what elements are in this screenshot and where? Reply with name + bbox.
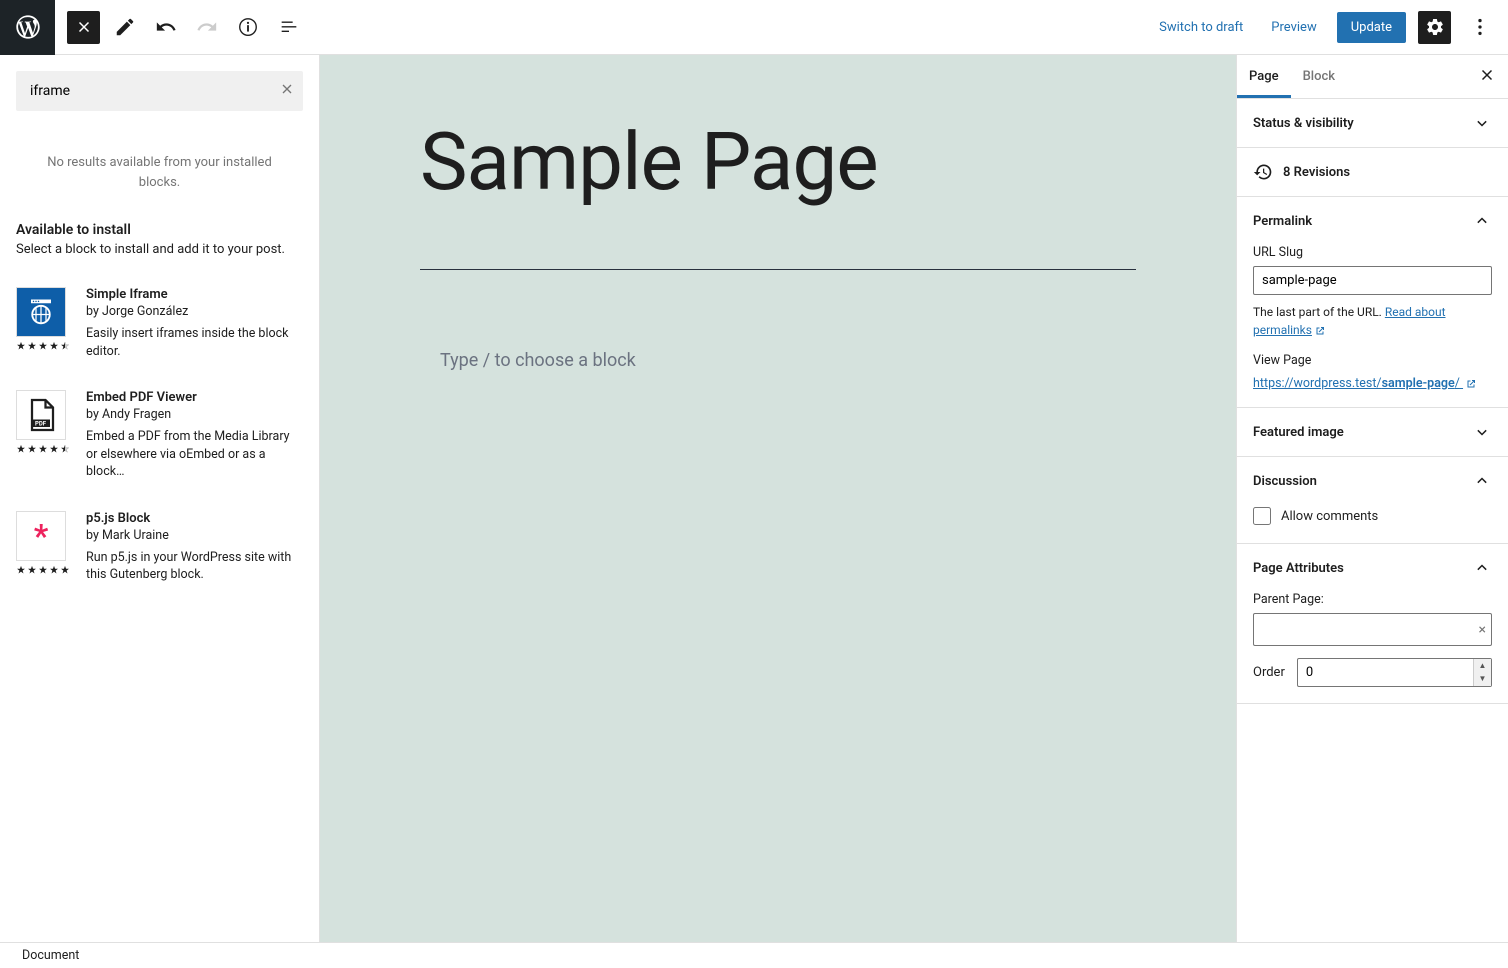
allow-comments-checkbox[interactable] xyxy=(1253,507,1271,525)
close-settings-button[interactable] xyxy=(1472,60,1502,94)
outline-button[interactable] xyxy=(272,11,305,44)
plugin-author: by Jorge González xyxy=(86,304,303,319)
tab-page[interactable]: Page xyxy=(1237,55,1291,98)
chevron-down-icon xyxy=(1472,113,1492,133)
plugin-desc: Run p5.js in your WordPress site with th… xyxy=(86,549,303,584)
more-options-button[interactable] xyxy=(1463,11,1496,44)
url-slug-label: URL Slug xyxy=(1253,245,1492,260)
view-page-link[interactable]: https://wordpress.test/sample-page/ xyxy=(1253,376,1477,391)
edit-mode-button[interactable] xyxy=(108,11,141,44)
chevron-up-icon xyxy=(1472,471,1492,491)
plugin-desc: Embed a PDF from the Media Library or el… xyxy=(86,428,303,481)
dots-vertical-icon xyxy=(1469,16,1491,38)
clear-search-button[interactable] xyxy=(279,81,295,101)
redo-button[interactable] xyxy=(190,11,223,44)
chevron-up-icon xyxy=(1472,211,1492,231)
wordpress-icon xyxy=(14,13,42,41)
allow-comments-row[interactable]: Allow comments xyxy=(1253,505,1492,527)
no-results-message: No results available from your installed… xyxy=(0,127,319,222)
available-to-install-heading: Available to install xyxy=(16,222,303,238)
panel-title: Featured image xyxy=(1253,425,1344,440)
external-link-icon xyxy=(1314,325,1326,337)
parent-page-clear-button[interactable]: × xyxy=(1479,622,1486,638)
external-link-icon xyxy=(1465,378,1477,390)
pdf-icon: PDF xyxy=(23,397,59,433)
order-input[interactable] xyxy=(1297,658,1492,687)
available-to-install-sub: Select a block to install and add it to … xyxy=(16,242,303,257)
panel-permalink[interactable]: Permalink xyxy=(1237,197,1508,245)
chevron-up-icon xyxy=(1472,558,1492,578)
close-icon xyxy=(1478,66,1496,84)
preview-button[interactable]: Preview xyxy=(1263,14,1324,41)
order-decrement-button[interactable]: ▼ xyxy=(1474,673,1491,687)
tab-block[interactable]: Block xyxy=(1291,55,1347,98)
undo-icon xyxy=(155,16,177,38)
panel-title: Discussion xyxy=(1253,474,1317,489)
plugin-title: Simple Iframe xyxy=(86,287,303,302)
allow-comments-label: Allow comments xyxy=(1281,509,1378,524)
plugin-rating xyxy=(16,444,70,454)
separator xyxy=(420,269,1136,270)
panel-status-visibility[interactable]: Status & visibility xyxy=(1237,99,1508,147)
panel-discussion[interactable]: Discussion xyxy=(1237,457,1508,505)
plugin-title: p5.js Block xyxy=(86,511,303,526)
undo-button[interactable] xyxy=(149,11,182,44)
wordpress-logo[interactable] xyxy=(0,0,55,55)
page-title[interactable]: Sample Page xyxy=(420,115,1136,209)
update-button[interactable]: Update xyxy=(1337,12,1406,43)
plugin-item[interactable]: * p5.js Block by Mark Uraine Run p5.js i… xyxy=(16,499,303,602)
chevron-down-icon xyxy=(1472,422,1492,442)
editor-canvas[interactable]: Sample Page Type / to choose a block xyxy=(320,55,1236,942)
plugin-item[interactable]: PDF Embed PDF Viewer by Andy Fragen xyxy=(16,378,303,499)
list-icon xyxy=(278,16,300,38)
settings-toggle-button[interactable] xyxy=(1418,11,1451,44)
document-info-button[interactable] xyxy=(231,11,264,44)
plugin-icon: * xyxy=(16,511,66,561)
svg-text:PDF: PDF xyxy=(35,421,47,428)
plugin-item[interactable]: Simple Iframe by Jorge González Easily i… xyxy=(16,275,303,378)
parent-page-label: Parent Page: xyxy=(1253,592,1492,607)
plugin-rating xyxy=(16,565,70,575)
block-inserter-panel: No results available from your installed… xyxy=(0,55,320,942)
revisions-label: 8 Revisions xyxy=(1283,165,1350,180)
switch-to-draft-button[interactable]: Switch to draft xyxy=(1151,14,1251,41)
breadcrumb[interactable]: Document xyxy=(0,942,1508,968)
close-icon xyxy=(279,81,295,97)
plugin-rating xyxy=(16,341,70,351)
redo-icon xyxy=(196,16,218,38)
panel-title: Permalink xyxy=(1253,214,1312,229)
pencil-icon xyxy=(114,16,136,38)
plugin-author: by Mark Uraine xyxy=(86,528,303,543)
url-slug-input[interactable] xyxy=(1253,266,1492,295)
settings-sidebar: Page Block Status & visibility 8 Revisio… xyxy=(1236,55,1508,942)
plugin-icon: PDF xyxy=(16,390,66,440)
order-increment-button[interactable]: ▲ xyxy=(1474,659,1491,673)
panel-page-attributes[interactable]: Page Attributes xyxy=(1237,544,1508,592)
plugin-desc: Easily insert iframes inside the block e… xyxy=(86,325,303,360)
globe-icon xyxy=(26,297,56,327)
block-search-input[interactable] xyxy=(16,71,303,111)
plugin-icon xyxy=(16,287,66,337)
panel-title: Status & visibility xyxy=(1253,116,1354,131)
view-page-label: View Page xyxy=(1253,353,1492,368)
order-label: Order xyxy=(1253,665,1285,680)
block-placeholder[interactable]: Type / to choose a block xyxy=(420,350,1136,371)
plugin-title: Embed PDF Viewer xyxy=(86,390,303,405)
panel-title: Page Attributes xyxy=(1253,561,1344,576)
revisions-button[interactable]: 8 Revisions xyxy=(1237,148,1508,196)
gear-icon xyxy=(1425,17,1445,37)
info-icon xyxy=(237,16,259,38)
permalink-helper: The last part of the URL. Read about per… xyxy=(1253,303,1492,339)
close-icon xyxy=(75,18,93,36)
panel-featured-image[interactable]: Featured image xyxy=(1237,408,1508,456)
plugin-author: by Andy Fragen xyxy=(86,407,303,422)
history-icon xyxy=(1253,162,1273,182)
parent-page-input[interactable] xyxy=(1253,613,1492,646)
close-inserter-button[interactable] xyxy=(67,11,100,44)
